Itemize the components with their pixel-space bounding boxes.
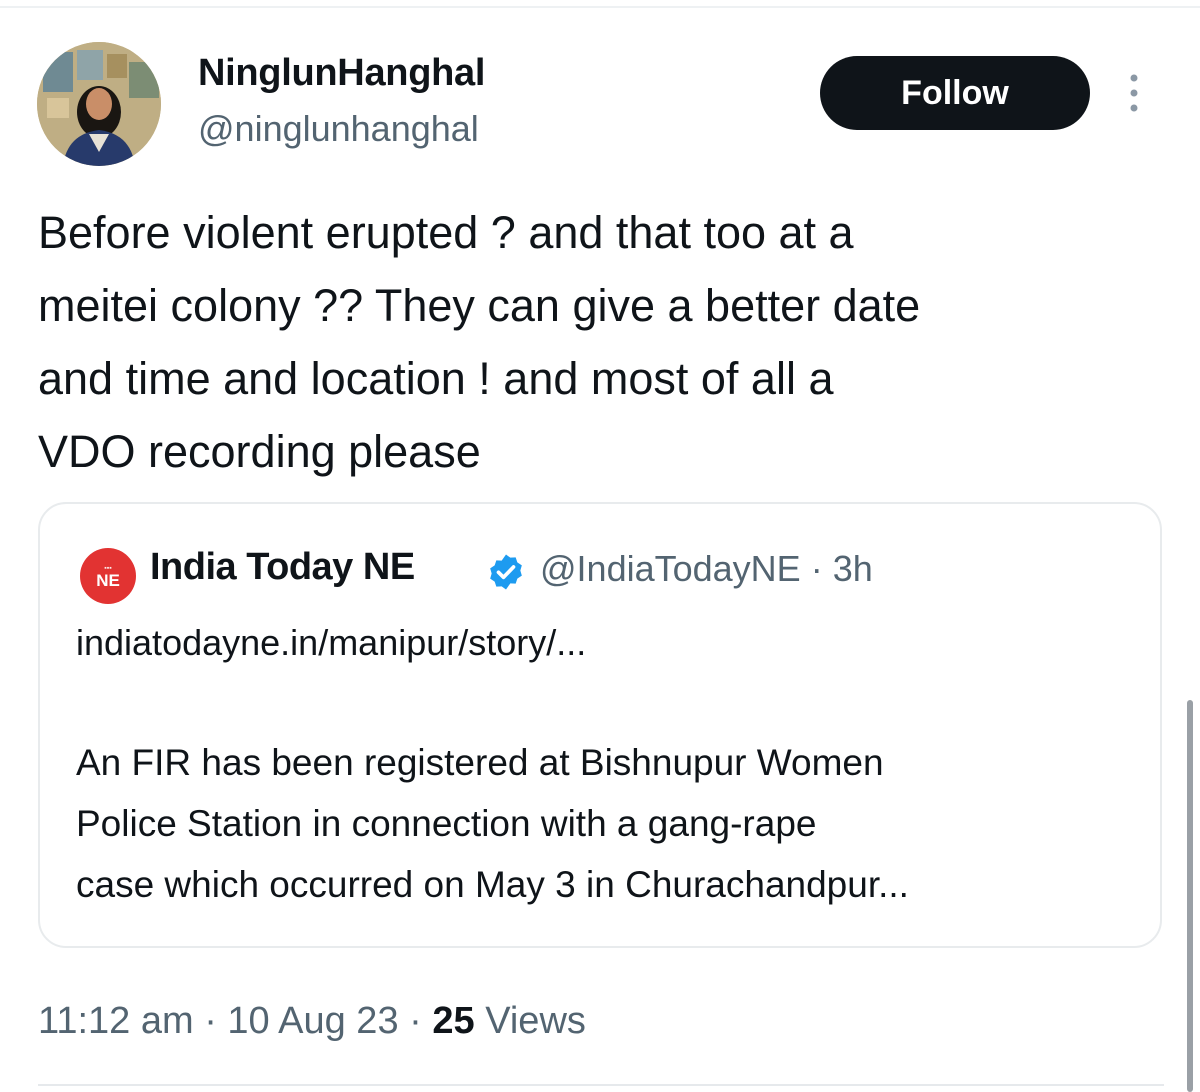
verified-badge-icon [486, 552, 526, 592]
avatar-photo [37, 42, 161, 166]
author-display-name[interactable]: NinglunHanghal [198, 52, 485, 95]
quoted-text: An FIR has been registered at Bishnupur … [76, 742, 909, 905]
quoted-tweet-card[interactable]: ▪▪▪ NE India Today NE @IndiaTodayNE · 3h… [38, 502, 1162, 948]
logo-text: NE [96, 570, 120, 590]
views-count: 25 [432, 1000, 475, 1042]
quoted-link[interactable]: indiatodayne.in/manipur/story/... [76, 622, 586, 664]
tweet-date[interactable]: 10 Aug 23 [227, 1000, 398, 1042]
quoted-handle[interactable]: @IndiaTodayNE [540, 548, 801, 589]
author-handle[interactable]: @ninglunhanghal [198, 108, 479, 150]
quoted-author-name[interactable]: India Today NE [150, 546, 415, 589]
follow-button[interactable]: Follow [820, 56, 1090, 130]
views-label: Views [485, 1000, 586, 1042]
top-divider [0, 6, 1200, 8]
meta-separator: · [409, 1000, 422, 1042]
more-vertical-icon[interactable] [1122, 72, 1146, 114]
meta-separator: · [204, 1000, 217, 1042]
india-today-ne-logo: ▪▪▪ NE [80, 548, 136, 604]
tweet-meta: 11:12 am · 10 Aug 23 · 25 Views [38, 1000, 586, 1043]
tweet-text: Before violent erupted ? and that too at… [38, 207, 921, 477]
quoted-time[interactable]: 3h [833, 548, 873, 589]
meta-separator: · [810, 548, 823, 589]
scrollbar[interactable] [1187, 700, 1193, 1092]
tweet-time[interactable]: 11:12 am [38, 1000, 194, 1042]
avatar[interactable] [37, 42, 161, 166]
quoted-meta: @IndiaTodayNE · 3h [540, 548, 873, 590]
bottom-divider [38, 1084, 1164, 1086]
